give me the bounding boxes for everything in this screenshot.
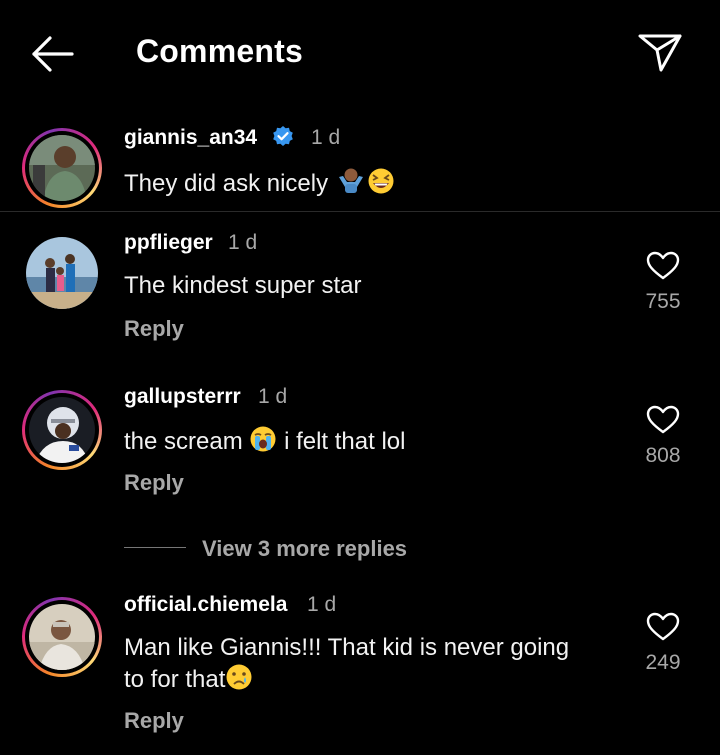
comment-text: The kindest super star bbox=[124, 272, 362, 299]
reply-button[interactable]: Reply bbox=[124, 708, 184, 734]
comment-text-part: to for that bbox=[124, 666, 226, 693]
avatar-story-ring[interactable] bbox=[22, 597, 102, 677]
comment-text-part: the scream bbox=[124, 428, 243, 455]
caption-divider bbox=[0, 211, 720, 212]
post-caption: giannis_an34 1 d They did ask nicely bbox=[0, 118, 720, 210]
view-more-replies-button[interactable]: View 3 more replies bbox=[202, 536, 407, 562]
avatar-story-ring[interactable] bbox=[22, 390, 102, 470]
verified-badge-icon bbox=[273, 126, 293, 146]
avatar bbox=[29, 397, 95, 463]
avatar[interactable] bbox=[26, 237, 98, 309]
paper-plane-icon bbox=[638, 34, 682, 72]
header-bar: Comments bbox=[0, 0, 720, 105]
comment-text-part: i felt that lol bbox=[284, 428, 406, 455]
comment-username[interactable]: gallupsterrr bbox=[124, 385, 241, 409]
like-count: 755 bbox=[645, 290, 681, 313]
comment-text-line: to for that bbox=[124, 663, 624, 695]
comment-time: 1 d bbox=[258, 385, 288, 408]
crying-face-emoji bbox=[226, 664, 252, 690]
person-shrugging-emoji bbox=[338, 168, 363, 193]
page-title: Comments bbox=[136, 33, 303, 69]
view-replies-line bbox=[124, 547, 186, 548]
comment-time: 1 d bbox=[307, 593, 337, 616]
heart-icon[interactable] bbox=[646, 405, 680, 435]
reply-button[interactable]: Reply bbox=[124, 316, 184, 342]
heart-icon[interactable] bbox=[646, 251, 680, 281]
avatar bbox=[29, 135, 95, 201]
avatar-story-ring[interactable] bbox=[22, 128, 102, 208]
comment-text: Man like Giannis!!! That kid is never go… bbox=[124, 633, 624, 695]
comment-username[interactable]: ppflieger bbox=[124, 231, 213, 255]
comment-text-line: Man like Giannis!!! That kid is never go… bbox=[124, 634, 570, 661]
like-count: 808 bbox=[645, 444, 681, 467]
caption-text-content: They did ask nicely bbox=[124, 170, 329, 197]
heart-icon[interactable] bbox=[646, 612, 680, 642]
reply-button[interactable]: Reply bbox=[124, 470, 184, 496]
caption-text: They did ask nicely bbox=[124, 165, 395, 199]
like-count: 249 bbox=[645, 651, 681, 674]
comment-time: 1 d bbox=[228, 231, 258, 254]
arrow-left-icon bbox=[32, 36, 74, 72]
loudly-crying-face-emoji bbox=[250, 426, 276, 452]
back-button[interactable] bbox=[30, 34, 76, 74]
comment-username[interactable]: official.chiemela bbox=[124, 593, 287, 617]
comment-text: the scream i felt that lol bbox=[124, 425, 405, 457]
avatar bbox=[29, 604, 95, 670]
grinning-squinting-face-emoji bbox=[368, 168, 394, 194]
share-button[interactable] bbox=[636, 30, 684, 74]
caption-username[interactable]: giannis_an34 bbox=[124, 126, 257, 150]
caption-time: 1 d bbox=[311, 126, 341, 149]
